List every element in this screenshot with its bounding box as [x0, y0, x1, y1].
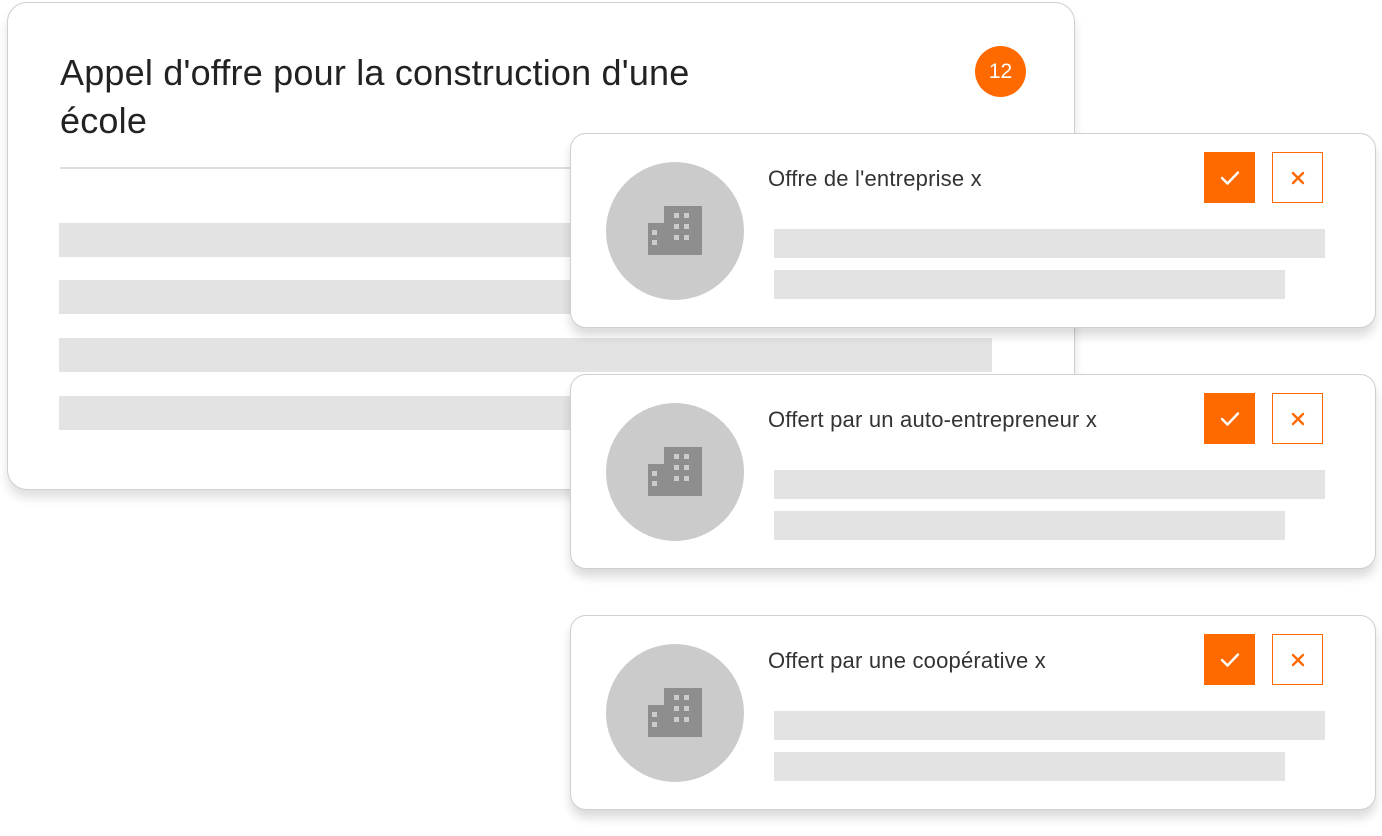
offer-card: Offert par un auto-entrepreneur x — [570, 374, 1376, 569]
offer-name: Offre de l'entreprise x — [768, 166, 982, 191]
offer-skeleton-line — [774, 752, 1285, 781]
offer-skeleton-line — [774, 711, 1325, 740]
building-icon — [648, 206, 702, 255]
offer-skeleton-line — [774, 270, 1285, 299]
reject-offer-button[interactable] — [1272, 634, 1323, 685]
close-icon — [1291, 412, 1304, 425]
offer-card: Offert par une coopérative x — [570, 615, 1376, 810]
offers-count-badge: 12 — [975, 46, 1026, 97]
tender-skeleton-line — [59, 280, 619, 314]
tender-skeleton-line — [59, 223, 619, 257]
tender-skeleton-line — [59, 338, 992, 372]
close-icon — [1291, 171, 1304, 184]
tender-title: Appel d'offre pour la construction d'une… — [60, 52, 690, 141]
offer-name: Offert par un auto-entrepreneur x — [768, 407, 1098, 432]
offer-avatar — [606, 403, 744, 541]
offer-skeleton-line — [774, 229, 1325, 258]
offer-card: Offre de l'entreprise x — [570, 133, 1376, 328]
offer-avatar — [606, 644, 744, 782]
offer-name: Offert par une coopérative x — [768, 648, 1046, 673]
building-icon — [648, 688, 702, 737]
check-icon — [1220, 411, 1239, 426]
tender-skeleton-line — [59, 396, 619, 430]
reject-offer-button[interactable] — [1272, 152, 1323, 203]
reject-offer-button[interactable] — [1272, 393, 1323, 444]
close-icon — [1291, 653, 1304, 666]
check-icon — [1220, 170, 1239, 185]
check-icon — [1220, 652, 1239, 667]
accept-offer-button[interactable] — [1204, 152, 1255, 203]
offer-avatar — [606, 162, 744, 300]
building-icon — [648, 447, 702, 496]
offer-skeleton-line — [774, 511, 1285, 540]
accept-offer-button[interactable] — [1204, 393, 1255, 444]
offer-skeleton-line — [774, 470, 1325, 499]
accept-offer-button[interactable] — [1204, 634, 1255, 685]
